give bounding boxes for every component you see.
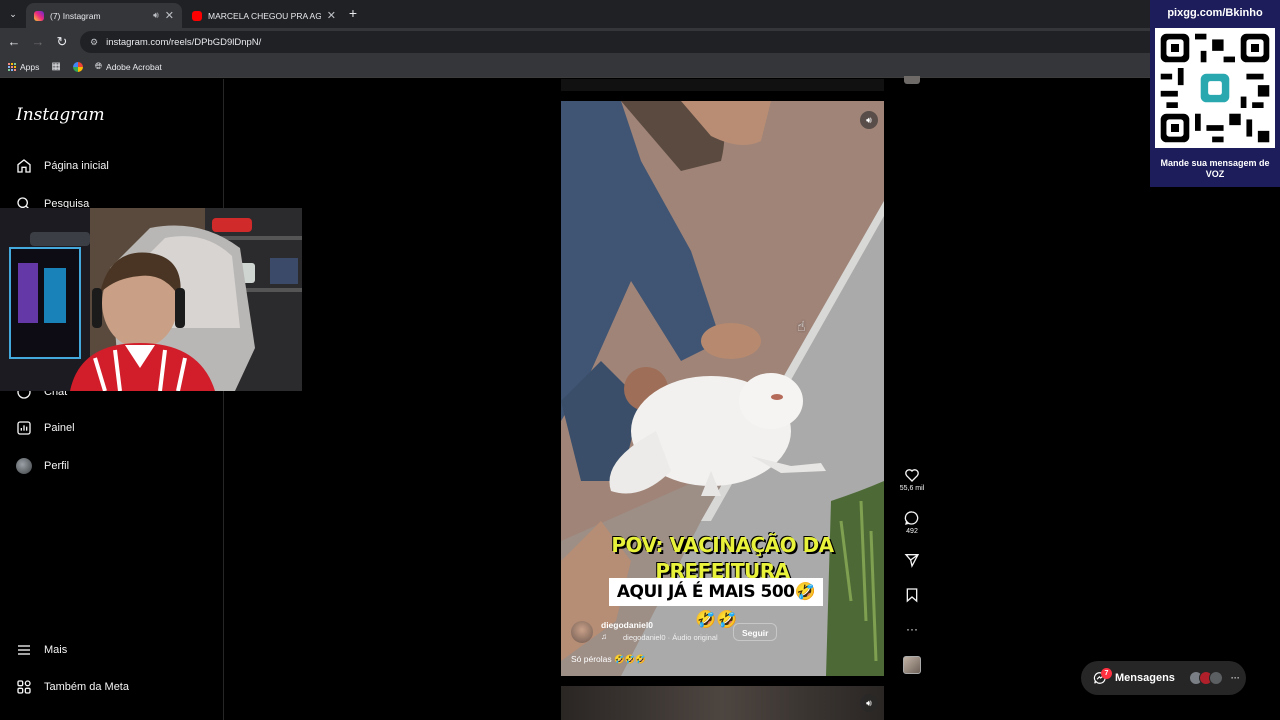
- bookmarks-bar: Apps ▦ 🌐︎ Adobe Acrobat: [0, 56, 1280, 78]
- instagram-favicon-icon: [34, 10, 44, 21]
- reel-username[interactable]: diegodaniel0: [601, 620, 653, 630]
- url-text: instagram.com/reels/DPbGD9lDnpN/: [106, 36, 262, 48]
- reel-video[interactable]: 🔊︎ POV: VACINAÇÃO DA PREFEITURA AQUI JÁ …: [561, 101, 884, 676]
- more-options-button[interactable]: ···: [898, 622, 926, 636]
- sidebar-item-label: Perfil: [44, 460, 70, 472]
- like-button[interactable]: 55,6 mil: [898, 467, 926, 492]
- messages-label: Mensagens: [1115, 672, 1175, 684]
- address-bar[interactable]: ⚙ instagram.com/reels/DPbGD9lDnpN/: [80, 31, 1160, 53]
- tab-title: (7) Instagram: [50, 10, 101, 21]
- qr-title: pixgg.com/Bkinho: [1167, 7, 1263, 19]
- qr-code-icon: [1155, 28, 1275, 148]
- messages-badge: 7: [1101, 668, 1112, 679]
- heart-icon: [905, 469, 919, 482]
- bookmark-icon: [906, 588, 918, 603]
- new-tab-icon[interactable]: +: [344, 5, 362, 21]
- share-button[interactable]: [898, 552, 926, 570]
- tab-bar: ⌄ (7) Instagram 🔊︎ ✕ MARCELA CHEGOU PRA …: [0, 0, 1280, 28]
- browser-toolbar: ← → ↻ ⚙ instagram.com/reels/DPbGD9lDnpN/: [0, 28, 1280, 56]
- tab-title: MARCELA CHEGOU PRA AGILIZ: [208, 10, 321, 21]
- audio-thumbnail[interactable]: [898, 656, 926, 674]
- comment-icon: [904, 511, 919, 525]
- qr-code-image: [1155, 28, 1275, 148]
- speaker-icon: 🔊︎: [866, 115, 872, 125]
- instagram-sidebar: Instagram Página inicial Pesquisa Chat P…: [0, 79, 224, 720]
- bookmark-apps[interactable]: Apps: [8, 62, 39, 72]
- qr-widget: pixgg.com/Bkinho Mande sua mensagem de V…: [1150, 0, 1280, 187]
- tab-instagram[interactable]: (7) Instagram 🔊︎ ✕: [26, 3, 182, 28]
- close-icon[interactable]: ✕: [165, 9, 174, 22]
- volume-button[interactable]: 🔊︎: [860, 694, 878, 712]
- avatar: [16, 458, 32, 474]
- grid-icon: ▦: [51, 61, 61, 72]
- bookmark-label: Adobe Acrobat: [106, 61, 162, 72]
- bookmark-label: Apps: [20, 61, 40, 72]
- sidebar-item-label: Página inicial: [44, 160, 109, 172]
- previous-reel-preview[interactable]: [561, 79, 884, 91]
- send-icon: [904, 554, 920, 568]
- bookmark-adobe-acrobat[interactable]: 🌐︎ Adobe Acrobat: [95, 61, 162, 72]
- google-icon: [72, 61, 83, 72]
- next-reel-preview[interactable]: 🔊︎: [561, 686, 884, 720]
- globe-icon: 🌐︎: [94, 61, 103, 71]
- sidebar-item-label: Painel: [44, 422, 75, 434]
- speaker-icon[interactable]: 🔊︎: [153, 10, 159, 21]
- reel-description: Só pérolas 🤣🤣🤣: [571, 654, 646, 664]
- sidebar-item-more[interactable]: Mais: [16, 642, 67, 658]
- mouse-cursor-icon: ☝︎: [797, 318, 806, 334]
- sidebar-item-label: Mais: [44, 644, 68, 656]
- volume-button[interactable]: 🔊︎: [860, 111, 878, 129]
- site-info-icon[interactable]: ⚙: [90, 37, 98, 48]
- instagram-logo[interactable]: Instagram: [16, 105, 105, 125]
- bookmark-grid[interactable]: ▦: [51, 61, 60, 72]
- webcam-overlay: [0, 208, 302, 391]
- bookmark-google[interactable]: [72, 61, 83, 72]
- comment-count: 492: [906, 528, 918, 535]
- meta-icon: [17, 680, 31, 694]
- like-count: 55,6 mil: [899, 485, 925, 492]
- forward-icon[interactable]: →: [29, 34, 47, 50]
- sidebar-item-label: Também da Meta: [44, 681, 129, 693]
- avatar: [1208, 671, 1223, 685]
- reel-audio[interactable]: diegodaniel0 · Áudio original: [623, 633, 718, 642]
- close-icon[interactable]: ✕: [327, 9, 336, 22]
- reload-icon[interactable]: ↻: [53, 34, 71, 50]
- home-icon: [17, 159, 31, 173]
- apps-grid-icon: [8, 62, 16, 71]
- qr-caption: Mande sua mensagem de VOZ: [1160, 158, 1270, 179]
- comment-button[interactable]: 492: [898, 510, 926, 535]
- prev-reel-avatar[interactable]: [898, 76, 926, 84]
- avatar: [904, 76, 920, 84]
- sidebar-item-profile[interactable]: Perfil: [16, 458, 69, 474]
- avatar: [903, 656, 921, 674]
- sidebar-item-meta[interactable]: Também da Meta: [16, 679, 129, 695]
- message-avatars: [1188, 671, 1223, 685]
- more-icon: ···: [1230, 673, 1240, 683]
- avatar[interactable]: [571, 621, 593, 643]
- youtube-favicon-icon: [192, 10, 202, 21]
- back-icon[interactable]: ←: [5, 34, 23, 50]
- reel-caption-line1: POV: VACINAÇÃO DA: [611, 533, 834, 557]
- sidebar-item-home[interactable]: Página inicial: [16, 158, 109, 174]
- sidebar-item-dashboard[interactable]: Painel: [16, 420, 75, 436]
- menu-icon: [18, 645, 30, 655]
- more-icon: ···: [906, 622, 918, 636]
- reel-caption-white: AQUI JÁ É MAIS 500🤣🤣🤣: [609, 578, 823, 630]
- dashboard-icon: [17, 421, 31, 435]
- save-button[interactable]: [898, 587, 926, 605]
- webcam-feed-image: [0, 208, 302, 391]
- speaker-icon: 🔊︎: [866, 698, 872, 708]
- tab-search-icon[interactable]: ⌄: [4, 6, 22, 22]
- music-note-icon: ♫: [601, 632, 607, 641]
- tab-youtube[interactable]: MARCELA CHEGOU PRA AGILIZ ✕: [184, 3, 344, 28]
- follow-button[interactable]: Seguir: [733, 623, 778, 641]
